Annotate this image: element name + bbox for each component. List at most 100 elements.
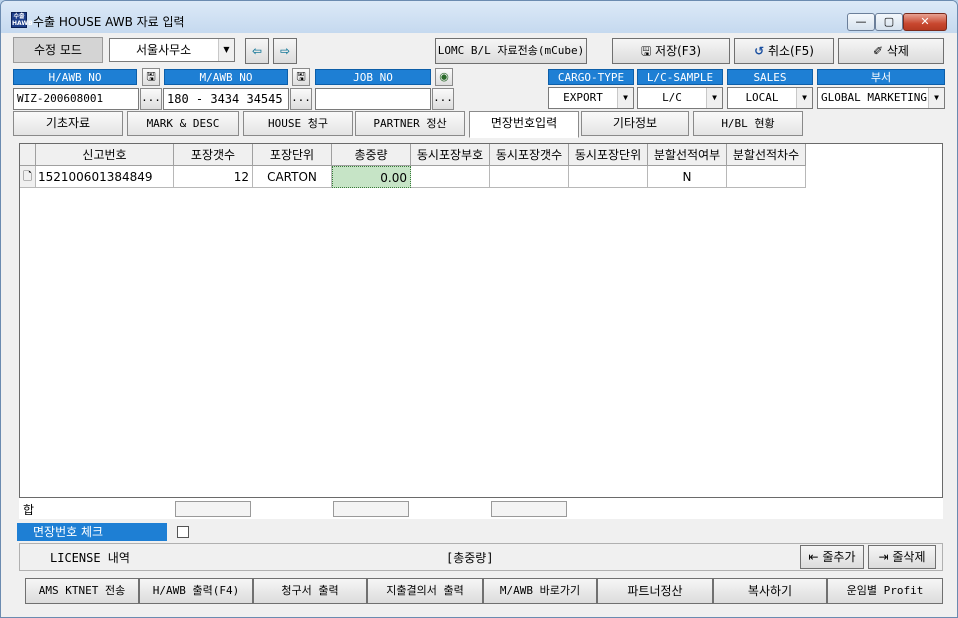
table-cell[interactable] [411, 166, 490, 188]
delete-button-label: 삭제 [886, 44, 909, 58]
floppy-icon: 🖫 [640, 44, 652, 58]
hawb-label: H/AWB NO [13, 69, 137, 85]
lc-sample-select[interactable]: L/C ▼ [637, 87, 723, 109]
mawb-shortcut-button[interactable]: M/AWB 바로가기 [483, 578, 597, 604]
sum-label: 합 [23, 503, 35, 517]
chevron-down-icon[interactable]: ▼ [928, 88, 944, 108]
summary-row: 합 [19, 497, 943, 519]
cargo-type-label: CARGO-TYPE [548, 69, 634, 85]
dept-value: GLOBAL MARKETING [821, 91, 927, 104]
table-cell[interactable] [727, 166, 806, 188]
chevron-down-icon[interactable]: ▼ [617, 88, 633, 108]
license-check-checkbox[interactable] [177, 526, 189, 538]
lc-sample-value: L/C [662, 91, 682, 104]
delete-button[interactable]: ✐ 삭제 [838, 38, 944, 64]
mawb-lookup-button[interactable]: ... [290, 88, 312, 110]
office-select-value: 서울사무소 [136, 43, 192, 57]
eraser-icon: ✐ [873, 44, 884, 58]
bottom-action-bar: AMS KTNET 전송 H/AWB 출력(F4) 청구서 출력 지출결의서 출… [17, 578, 943, 606]
row-header-corner [20, 144, 36, 166]
tab-hbl-status[interactable]: H/BL 현황 [693, 111, 803, 136]
maximize-button[interactable]: ▢ [875, 13, 903, 31]
undo-icon: ↺ [754, 44, 765, 58]
profit-by-freight-button[interactable]: 운임별 Profit [827, 578, 943, 604]
prev-record-button[interactable]: ⇦ [245, 38, 269, 64]
add-row-icon: ⇤ [808, 550, 819, 564]
table-cell[interactable]: 12 [174, 166, 253, 188]
save-button-label: 저장(F3) [655, 44, 702, 58]
sum-cell [491, 501, 567, 517]
column-header[interactable]: 포장단위 [253, 144, 332, 166]
copy-button[interactable]: 복사하기 [713, 578, 827, 604]
hawb-print-button[interactable]: H/AWB 출력(F4) [139, 578, 253, 604]
dept-label: 부서 [817, 69, 945, 85]
sales-value: LOCAL [745, 91, 779, 104]
chevron-down-icon[interactable]: ▼ [796, 88, 812, 108]
cancel-button[interactable]: ↺ 취소(F5) [734, 38, 834, 64]
delete-row-button[interactable]: ⇥ 줄삭제 [868, 545, 936, 569]
mawb-save-icon[interactable]: 🖫 [292, 68, 310, 86]
cancel-button-label: 취소(F5) [767, 44, 814, 58]
table-cell-selected[interactable]: 0.00 [332, 166, 411, 188]
app-icon: 수출 HAWB [11, 12, 33, 28]
title-bar[interactable]: 수출 HAWB 수출 HOUSE AWB 자료 입력 — ▢ ✕ [1, 1, 957, 33]
close-button[interactable]: ✕ [903, 13, 947, 31]
tab-basic-info[interactable]: 기초자료 [13, 111, 123, 136]
tab-license-number[interactable]: 면장번호입력 [469, 111, 579, 138]
sum-cell [175, 501, 251, 517]
job-lookup-button[interactable]: ... [432, 88, 454, 110]
license-label: LICENSE 내역 [50, 551, 130, 565]
column-header[interactable]: 동시포장갯수 [490, 144, 569, 166]
chevron-down-icon[interactable]: ▼ [218, 39, 234, 61]
sum-cell [333, 501, 409, 517]
delete-row-label: 줄삭제 [892, 550, 926, 564]
hawb-input[interactable]: WIZ-200608001 [13, 88, 139, 110]
globe-icon[interactable]: ◉ [435, 68, 453, 86]
invoice-print-button[interactable]: 청구서 출력 [253, 578, 367, 604]
column-header[interactable]: 동시포장부호 [411, 144, 490, 166]
column-header[interactable]: 분할선적차수 [727, 144, 806, 166]
column-header[interactable]: 신고번호 [36, 144, 174, 166]
job-input[interactable] [315, 88, 431, 110]
license-check-label: 면장번호 체크 [17, 523, 167, 541]
column-header[interactable]: 동시포장단위 [569, 144, 648, 166]
column-header[interactable]: 분할선적여부 [648, 144, 727, 166]
cargo-type-select[interactable]: EXPORT ▼ [548, 87, 634, 109]
hawb-save-icon[interactable]: 🖫 [142, 68, 160, 86]
table-cell[interactable] [490, 166, 569, 188]
table-cell[interactable] [569, 166, 648, 188]
hawb-lookup-button[interactable]: ... [140, 88, 162, 110]
tab-house-billing[interactable]: HOUSE 청구 [243, 111, 353, 136]
tab-mark-desc[interactable]: MARK & DESC [127, 111, 239, 136]
minimize-button[interactable]: — [847, 13, 875, 31]
dept-select[interactable]: GLOBAL MARKETING ▼ [817, 87, 945, 109]
mode-indicator: 수정 모드 [13, 37, 103, 63]
job-label: JOB NO [315, 69, 431, 85]
next-record-button[interactable]: ⇨ [273, 38, 297, 64]
partner-settlement-button[interactable]: 파트너정산 [597, 578, 713, 604]
office-select[interactable]: 서울사무소 ▼ [109, 38, 235, 62]
add-row-label: 줄추가 [822, 550, 856, 564]
mawb-input[interactable]: 180 - 3434 34545 [163, 88, 289, 110]
window-title: 수출 HOUSE AWB 자료 입력 [33, 15, 185, 29]
tab-other-info[interactable]: 기타정보 [581, 111, 689, 136]
license-grid[interactable]: 신고번호 포장갯수 포장단위 총중량 동시포장부호 동시포장갯수 동시포장단위 … [19, 143, 943, 517]
column-header[interactable]: 포장갯수 [174, 144, 253, 166]
save-button[interactable]: 🖫 저장(F3) [612, 38, 730, 64]
add-row-button[interactable]: ⇤ 줄추가 [800, 545, 864, 569]
tab-partner-settlement[interactable]: PARTNER 정산 [355, 111, 465, 136]
table-cell[interactable]: CARTON [253, 166, 332, 188]
mawb-label: M/AWB NO [164, 69, 288, 85]
cargo-type-value: EXPORT [563, 91, 603, 104]
table-cell[interactable]: 152100601384849 [36, 166, 174, 188]
sales-select[interactable]: LOCAL ▼ [727, 87, 813, 109]
expense-report-print-button[interactable]: 지출결의서 출력 [367, 578, 483, 604]
total-weight-label: [총중량] [446, 551, 494, 565]
ams-ktnet-send-button[interactable]: AMS KTNET 전송 [25, 578, 139, 604]
column-header[interactable]: 총중량 [332, 144, 411, 166]
client-area: 수정 모드 서울사무소 ▼ ⇦ ⇨ LOMC B/L 자료전송(mCube) 🖫… [9, 33, 949, 611]
document-icon[interactable]: 🗋 [20, 166, 36, 188]
chevron-down-icon[interactable]: ▼ [706, 88, 722, 108]
table-cell[interactable]: N [648, 166, 727, 188]
lomc-send-button[interactable]: LOMC B/L 자료전송(mCube) [435, 38, 587, 64]
